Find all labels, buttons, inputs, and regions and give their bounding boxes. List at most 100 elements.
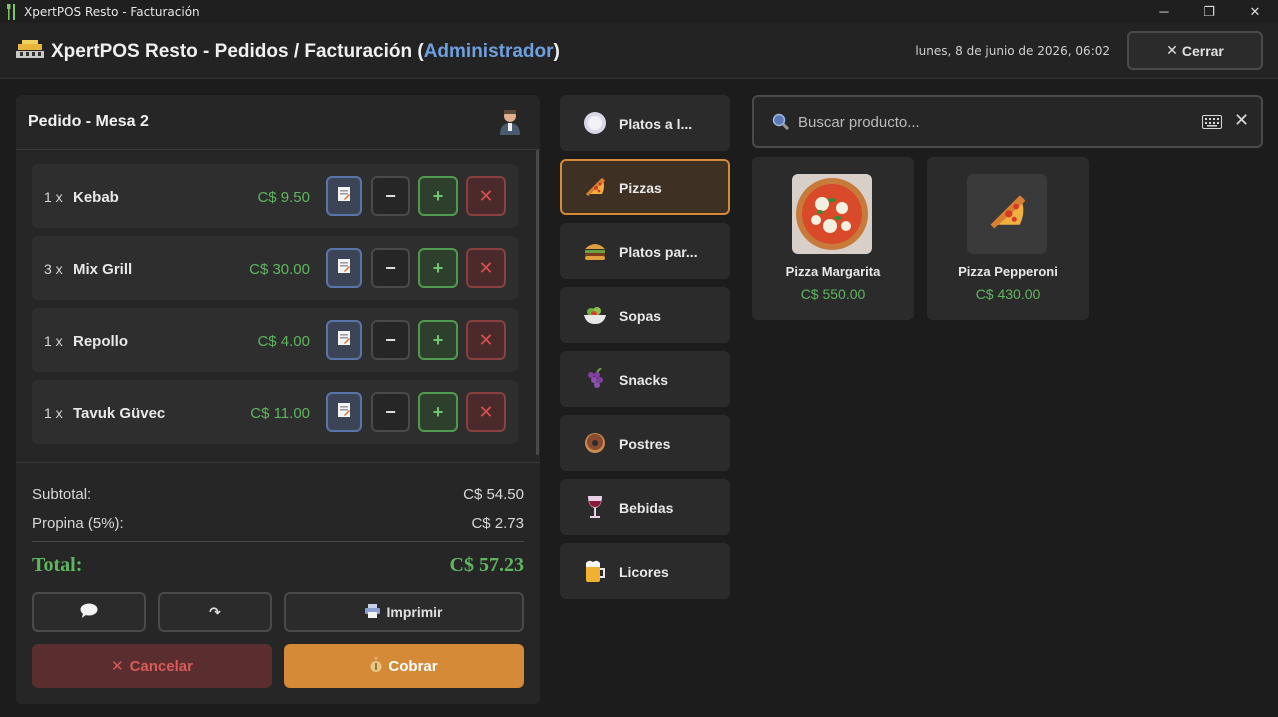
window-close-button[interactable]: ✕: [1232, 0, 1278, 23]
category-postres[interactable]: Postres: [560, 415, 730, 471]
total-divider: [32, 541, 524, 542]
pay-button-label: Cobrar: [388, 657, 438, 675]
wine-icon: [582, 493, 608, 521]
subtotal-label: Subtotal:: [32, 486, 92, 503]
category-label: Licores: [619, 564, 669, 580]
item-quantity: 1 x: [44, 333, 63, 349]
order-items-list: 1 x Kebab C$ 9.50 − + ✕ 3 x Mix Grill C$…: [32, 164, 518, 452]
product-name: Pizza Pepperoni: [958, 264, 1058, 279]
category-label: Platos par...: [619, 244, 698, 260]
pizza-icon: [582, 173, 608, 201]
close-icon: ✕: [1166, 42, 1178, 58]
item-decrease-button[interactable]: −: [371, 320, 410, 360]
pizza-icon: [987, 192, 1027, 237]
item-quantity: 1 x: [44, 405, 63, 421]
print-button[interactable]: Imprimir: [284, 592, 524, 632]
product-price: C$ 550.00: [800, 286, 866, 302]
order-header: Pedido - Mesa 2: [16, 95, 540, 150]
cancel-button[interactable]: ✕ Cancelar: [32, 644, 272, 688]
item-quantity: 3 x: [44, 261, 63, 277]
grapes-icon: [582, 365, 608, 393]
note-icon: [337, 258, 351, 279]
pay-button[interactable]: Cobrar: [284, 644, 524, 688]
comment-button[interactable]: [32, 592, 146, 632]
total-value: C$ 57.23: [449, 554, 524, 576]
category-platos-para-compartir[interactable]: Platos par...: [560, 223, 730, 279]
subtotal-row: Subtotal: C$ 54.50: [32, 486, 524, 503]
tip-row: Propina (5%): C$ 2.73: [32, 515, 524, 532]
clear-search-button[interactable]: ✕: [1234, 110, 1249, 131]
order-item-row: 1 x Tavuk Güvec C$ 11.00 − + ✕: [32, 380, 518, 444]
item-delete-button[interactable]: ✕: [466, 320, 506, 360]
salad-icon: [582, 301, 608, 329]
keyboard-icon[interactable]: [1202, 115, 1222, 129]
close-button[interactable]: ✕ Cerrar: [1127, 31, 1263, 70]
item-increase-button[interactable]: +: [418, 392, 458, 432]
category-licores[interactable]: Licores: [560, 543, 730, 599]
product-image: [967, 174, 1047, 254]
category-pizzas[interactable]: Pizzas: [560, 159, 730, 215]
order-item-row: 1 x Repollo C$ 4.00 − + ✕: [32, 308, 518, 372]
item-price: C$ 30.00: [249, 261, 310, 278]
category-bebidas[interactable]: Bebidas: [560, 479, 730, 535]
item-note-button[interactable]: [326, 176, 362, 216]
item-name: Mix Grill: [73, 261, 133, 278]
category-label: Snacks: [619, 372, 669, 388]
waiter-icon[interactable]: [498, 109, 522, 135]
item-price: C$ 11.00: [250, 405, 310, 422]
item-note-button[interactable]: [326, 248, 362, 288]
item-increase-button[interactable]: +: [418, 176, 458, 216]
item-quantity: 1 x: [44, 189, 63, 205]
transfer-button[interactable]: ↷: [158, 592, 272, 632]
item-increase-button[interactable]: +: [418, 320, 458, 360]
item-price: C$ 4.00: [257, 333, 310, 350]
item-note-button[interactable]: [326, 392, 362, 432]
order-item-row: 3 x Mix Grill C$ 30.00 − + ✕: [32, 236, 518, 300]
tip-label: Propina (5%):: [32, 515, 124, 532]
app-header: XpertPOS Resto - Pedidos / Facturación (…: [0, 23, 1278, 79]
tip-value: C$ 2.73: [471, 515, 524, 532]
user-role: Administrador: [423, 41, 554, 62]
page-title: XpertPOS Resto - Pedidos / Facturación (…: [51, 41, 560, 62]
cash-register-icon: [16, 40, 44, 60]
total-label: Total:: [32, 554, 83, 576]
category-snacks[interactable]: Snacks: [560, 351, 730, 407]
printer-icon: [365, 603, 381, 621]
close-button-label: Cerrar: [1181, 42, 1224, 59]
product-name: Pizza Margarita: [785, 264, 881, 279]
totals-divider: [16, 462, 540, 463]
minimize-button[interactable]: ─: [1141, 0, 1187, 23]
item-note-button[interactable]: [326, 320, 362, 360]
item-decrease-button[interactable]: −: [371, 248, 410, 288]
category-label: Bebidas: [619, 500, 674, 516]
category-platos-a-la-carta[interactable]: Platos a l...: [560, 95, 730, 151]
window-title: XpertPOS Resto - Facturación: [24, 4, 200, 19]
product-image: [792, 174, 872, 254]
total-row: Total: C$ 57.23: [32, 554, 524, 577]
category-label: Postres: [619, 436, 671, 452]
money-bag-icon: [370, 656, 382, 676]
maximize-button[interactable]: ❐: [1186, 0, 1232, 23]
product-card-pizza-margarita[interactable]: Pizza Margarita C$ 550.00: [752, 157, 914, 320]
item-delete-button[interactable]: ✕: [466, 176, 506, 216]
donut-icon: [582, 429, 608, 457]
note-icon: [337, 186, 351, 207]
category-sopas[interactable]: Sopas: [560, 287, 730, 343]
item-delete-button[interactable]: ✕: [466, 248, 506, 288]
item-delete-button[interactable]: ✕: [466, 392, 506, 432]
order-item-row: 1 x Kebab C$ 9.50 − + ✕: [32, 164, 518, 228]
cancel-icon: ✕: [111, 658, 124, 675]
item-name: Repollo: [73, 333, 128, 350]
order-panel: Pedido - Mesa 2 1 x Kebab C$ 9.50 − + ✕ …: [16, 95, 540, 704]
item-decrease-button[interactable]: −: [371, 392, 410, 432]
search-box: ✕: [752, 95, 1263, 148]
items-scrollbar[interactable]: [536, 150, 539, 455]
redo-icon: ↷: [209, 603, 221, 620]
item-increase-button[interactable]: +: [418, 248, 458, 288]
product-card-pizza-pepperoni[interactable]: Pizza Pepperoni C$ 430.00: [927, 157, 1089, 320]
item-decrease-button[interactable]: −: [371, 176, 410, 216]
cancel-button-label: Cancelar: [129, 657, 193, 675]
category-list: Platos a l... Pizzas Platos par... Sopas…: [560, 95, 730, 607]
search-input[interactable]: [798, 110, 1188, 134]
window-titlebar: XpertPOS Resto - Facturación: [0, 0, 1278, 23]
